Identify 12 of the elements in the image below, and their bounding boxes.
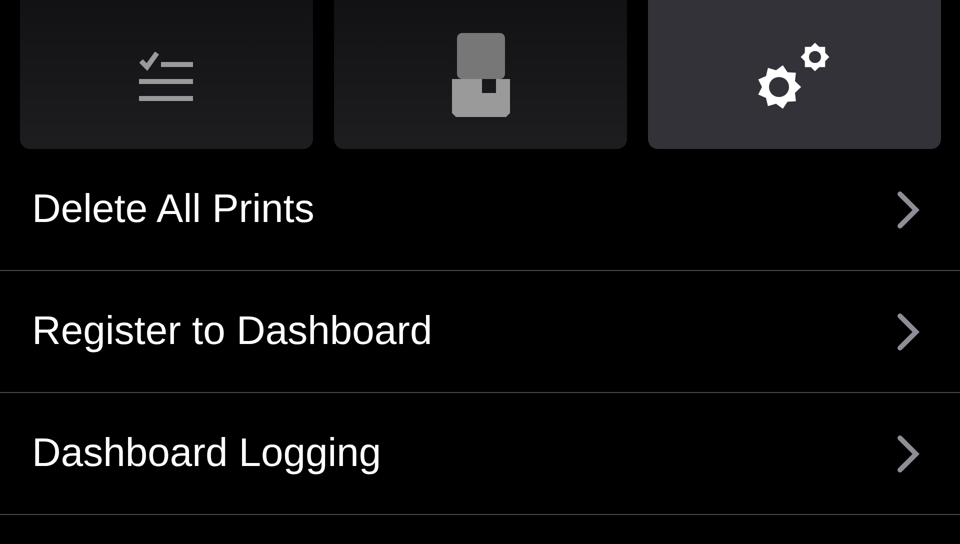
menu-row[interactable]: Register to Dashboard — [0, 271, 960, 393]
tab-button[interactable] — [334, 0, 627, 149]
printer-icon — [452, 32, 510, 116]
menu-row[interactable]: Delete All Prints — [0, 149, 960, 271]
chevron-right-icon — [896, 434, 920, 474]
chevron-right-icon — [896, 312, 920, 352]
menu-label: Register to Dashboard — [32, 309, 432, 354]
chevron-right-icon — [896, 190, 920, 230]
menu-label: Dashboard Logging — [32, 431, 382, 476]
menu-label: Delete All Prints — [32, 187, 314, 232]
tab-button[interactable] — [648, 0, 941, 149]
menu-row[interactable]: Dashboard Logging — [0, 393, 960, 515]
